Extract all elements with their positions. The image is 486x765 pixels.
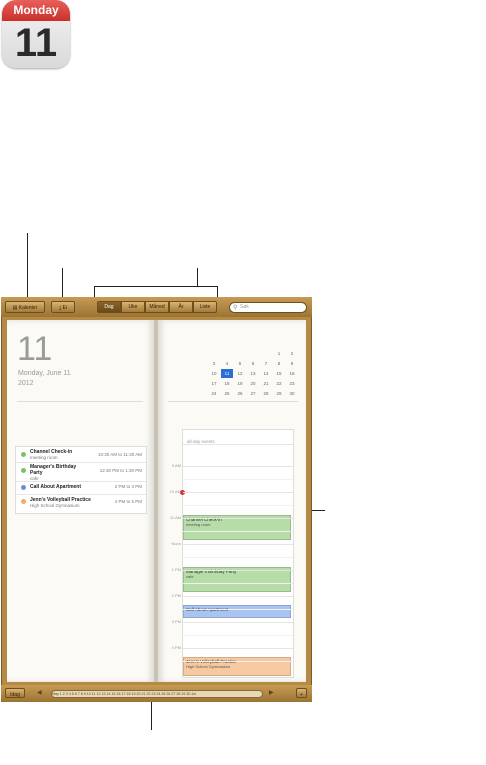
day-timeline: all-day events Channel Check-in meeting … <box>170 429 294 678</box>
event-list: Channel Check-in meeting room 10:30 AM t… <box>15 446 147 514</box>
mini-month-day[interactable]: 26 <box>234 389 246 398</box>
inbox-button[interactable]: ⤓ Ei <box>51 301 75 313</box>
mini-month-day[interactable]: 18 <box>221 379 233 388</box>
date-scrubber[interactable]: May 1 2 3 4 5 6 7 8 9 10 11 12 13 14 15 … <box>51 690 263 698</box>
event-color-dot <box>21 485 26 490</box>
callout-views <box>197 268 198 286</box>
right-page: 1 2 3 4 5 6 7 8 9 10 11 12 13 14 15 16 17 18 19 20 21 22 23 24 2… <box>158 320 306 682</box>
mini-month-day[interactable]: 22 <box>273 379 285 388</box>
mini-month-day[interactable]: 23 <box>286 379 298 388</box>
search-input[interactable]: ⚲ Søk <box>229 302 307 313</box>
hour-line <box>183 492 293 493</box>
app-icon-day: 11 <box>14 21 58 65</box>
mini-month-day[interactable]: 9 <box>286 359 298 368</box>
hour-label: 2 PM <box>171 593 181 598</box>
ipad-calendar-screen: ▤ Kalenter ⤓ Ei Dag Uke Måned År Liste ⚲… <box>1 297 312 702</box>
mini-month-day[interactable]: 4 <box>221 359 233 368</box>
event-color-dot <box>21 468 26 473</box>
divider <box>168 401 298 402</box>
search-icon: ⚲ <box>233 305 238 311</box>
half-hour-line <box>183 635 293 636</box>
mini-month-day[interactable]: 5 <box>234 359 246 368</box>
callout-views-bracket <box>94 286 218 287</box>
mini-month-day[interactable]: 20 <box>247 379 259 388</box>
hour-label: 1 PM <box>171 567 181 572</box>
previous-arrow-icon[interactable]: ◀ <box>37 689 42 696</box>
hour-label: 4 PM <box>171 645 181 650</box>
mini-month-day[interactable]: 8 <box>273 359 285 368</box>
list-item[interactable]: Jenn's Volleyball Practice High School G… <box>16 494 146 513</box>
callout-calendars <box>27 233 28 302</box>
event-block[interactable]: Jenn's Volleyball Practice High School G… <box>183 657 291 676</box>
date-line: Monday, June 11 <box>18 370 71 377</box>
list-item[interactable]: Manager's Birthday Party cafe 12:30 PM t… <box>16 462 146 482</box>
mini-month-day[interactable]: 28 <box>260 389 272 398</box>
half-hour-line <box>183 479 293 480</box>
calendars-button[interactable]: ▤ Kalenter <box>5 301 45 313</box>
next-arrow-icon[interactable]: ▶ <box>269 689 274 696</box>
half-hour-line <box>183 505 293 506</box>
event-block[interactable]: Call About Apartment <box>183 605 291 618</box>
half-hour-line <box>183 583 293 584</box>
hour-line <box>183 466 293 467</box>
mini-month-day[interactable]: 3 <box>208 359 220 368</box>
calendar-app-icon: Monday 11 <box>2 0 70 68</box>
hour-line <box>183 596 293 597</box>
mini-month-day[interactable]: 1 <box>273 349 285 358</box>
mini-month-day[interactable]: 29 <box>273 389 285 398</box>
hour-line <box>183 622 293 623</box>
hour-label: 11 AM <box>169 515 181 520</box>
hour-label: 9 AM <box>171 463 181 468</box>
hour-line <box>183 648 293 649</box>
mini-month-day[interactable]: 13 <box>247 369 259 378</box>
hour-label: Noon <box>171 541 181 546</box>
tab-year[interactable]: År <box>169 301 193 313</box>
hour-line <box>183 544 293 545</box>
mini-month-day[interactable]: 27 <box>247 389 259 398</box>
list-item[interactable]: Channel Check-in meeting room 10:30 AM t… <box>16 447 146 463</box>
mini-month-day[interactable]: 2 <box>286 349 298 358</box>
mini-month-day[interactable]: 7 <box>260 359 272 368</box>
tab-month[interactable]: Måned <box>145 301 169 313</box>
year-line: 2012 <box>18 380 34 387</box>
mini-month-day[interactable]: 17 <box>208 379 220 388</box>
hour-label: 3 PM <box>171 619 181 624</box>
mini-month-today[interactable]: 11 <box>221 369 233 378</box>
mini-month-day[interactable]: 14 <box>260 369 272 378</box>
mini-month-day[interactable]: 30 <box>286 389 298 398</box>
hour-line <box>183 518 293 519</box>
mini-month-day[interactable]: 6 <box>247 359 259 368</box>
list-item[interactable]: Call About Apartment 2 PM to 3 PM <box>16 481 146 495</box>
half-hour-line <box>183 557 293 558</box>
divider <box>17 401 143 402</box>
left-page: 11 Monday, June 11 2012 Channel Check-in… <box>7 320 154 682</box>
half-hour-line <box>183 531 293 532</box>
event-color-dot <box>21 452 26 457</box>
hour-line <box>183 570 293 571</box>
hour-label: 10 AM <box>169 489 181 494</box>
half-hour-line <box>183 609 293 610</box>
mini-month-day[interactable]: 19 <box>234 379 246 388</box>
add-event-button[interactable]: + <box>296 688 307 698</box>
today-button[interactable]: Idag <box>5 688 25 698</box>
event-color-dot <box>21 499 26 504</box>
mini-month-day[interactable]: 24 <box>208 389 220 398</box>
mini-month-day[interactable]: 15 <box>273 369 285 378</box>
tab-week[interactable]: Uke <box>121 301 145 313</box>
bottom-bar: Idag ◀ May 1 2 3 4 5 6 7 8 9 10 11 12 13… <box>1 685 312 702</box>
app-icon-weekday: Monday <box>2 0 70 21</box>
tab-day[interactable]: Dag <box>97 301 121 313</box>
mini-month-day[interactable]: 25 <box>221 389 233 398</box>
tab-list[interactable]: Liste <box>193 301 217 313</box>
toolbar: ▤ Kalenter ⤓ Ei Dag Uke Måned År Liste ⚲… <box>1 297 312 317</box>
big-day-number: 11 <box>17 330 53 368</box>
mini-month-day[interactable]: 10 <box>208 369 220 378</box>
mini-month-day[interactable]: 16 <box>286 369 298 378</box>
all-day-row: all-day events <box>183 430 293 445</box>
mini-month-day[interactable]: 12 <box>234 369 246 378</box>
half-hour-line <box>183 661 293 662</box>
mini-month-day[interactable]: 21 <box>260 379 272 388</box>
